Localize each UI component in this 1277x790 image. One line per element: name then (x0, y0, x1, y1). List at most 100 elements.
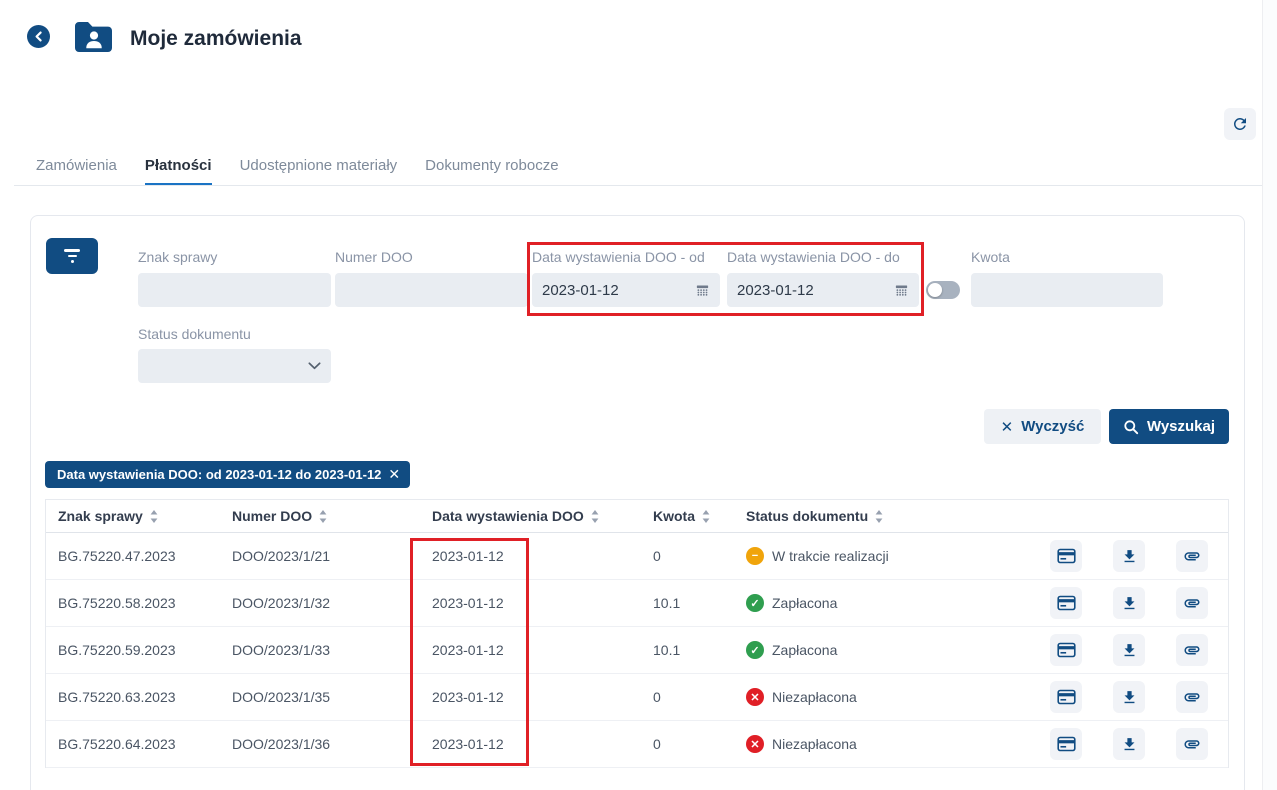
sort-icon[interactable] (591, 509, 599, 523)
status-icon: ✓ (746, 594, 764, 612)
cell-numer-doo: DOO/2023/1/35 (232, 689, 331, 705)
chevron-down-icon (308, 362, 321, 370)
download-button[interactable] (1113, 540, 1145, 572)
status-badge: − W trakcie realizacji (746, 547, 1050, 565)
attachment-icon (1184, 552, 1200, 561)
column-data-wystawienia: Data wystawienia DOO (432, 508, 584, 524)
payment-card-button[interactable] (1050, 681, 1082, 713)
calendar-icon[interactable] (695, 283, 710, 298)
column-status: Status dokumentu (746, 508, 869, 524)
tabs: Zamówienia Płatności Udostępnione materiał… (36, 157, 559, 186)
attachment-button[interactable] (1176, 634, 1208, 666)
sort-icon[interactable] (875, 509, 883, 523)
column-numer-doo: Numer DOO (232, 508, 313, 524)
tab[interactable]: Płatności (144, 157, 212, 186)
search-icon (1124, 419, 1139, 434)
payment-card-button[interactable] (1050, 587, 1082, 619)
chevron-left-icon (34, 31, 42, 42)
cell-data-wystawienia: 2023-01-12 (432, 689, 504, 705)
tab[interactable]: Dokumenty robocze (425, 157, 558, 186)
attachment-icon (1184, 599, 1200, 608)
payment-card-button[interactable] (1050, 634, 1082, 666)
cell-data-wystawienia: 2023-01-12 (432, 642, 504, 658)
table-row: BG.75220.64.2023 DOO/2023/1/36 2023-01-1… (46, 721, 1228, 768)
search-button[interactable]: Wyszukaj (1109, 409, 1229, 444)
attachment-icon (1184, 693, 1200, 702)
cell-kwota: 10.1 (653, 595, 681, 611)
row-actions (1050, 634, 1230, 666)
row-actions (1050, 728, 1230, 760)
filter-button[interactable] (46, 238, 98, 274)
column-kwota: Kwota (653, 508, 695, 524)
credit-card-icon (1056, 595, 1076, 611)
sort-icon[interactable] (702, 509, 710, 523)
cell-znak-sprawy: BG.75220.63.2023 (58, 689, 176, 705)
folder-user-icon (71, 19, 116, 60)
attachment-icon (1184, 646, 1200, 655)
cell-numer-doo: DOO/2023/1/36 (232, 736, 331, 752)
znak-sprawy-input[interactable] (138, 273, 331, 307)
payment-card-button[interactable] (1050, 728, 1082, 760)
status-dokumentu-select[interactable] (138, 349, 331, 383)
cell-data-wystawienia: 2023-01-12 (432, 595, 504, 611)
credit-card-icon (1056, 642, 1076, 658)
download-button[interactable] (1113, 587, 1145, 619)
attachment-button[interactable] (1176, 540, 1208, 572)
download-button[interactable] (1113, 728, 1145, 760)
status-icon: ✕ (746, 735, 764, 753)
credit-card-icon (1056, 689, 1076, 705)
cell-numer-doo: DOO/2023/1/21 (232, 548, 331, 564)
data-do-input[interactable]: 2023-01-12 (727, 273, 919, 307)
tab[interactable]: Udostępnione materiały (240, 157, 398, 186)
cell-status: ✕ Niezapłacona (746, 688, 1050, 706)
attachment-button[interactable] (1176, 728, 1208, 760)
column-znak-sprawy: Znak sprawy (58, 508, 143, 524)
tab[interactable]: Zamówienia (36, 157, 117, 186)
credit-card-icon (1056, 736, 1076, 752)
attachment-button[interactable] (1176, 587, 1208, 619)
status-badge: ✕ Niezapłacona (746, 688, 1050, 706)
payment-card-button[interactable] (1050, 540, 1082, 572)
cell-znak-sprawy: BG.75220.64.2023 (58, 736, 176, 752)
data-od-label: Data wystawienia DOO - od (532, 249, 705, 265)
sort-icon[interactable] (319, 509, 327, 523)
range-toggle[interactable] (926, 281, 960, 299)
cell-znak-sprawy: BG.75220.58.2023 (58, 595, 176, 611)
cell-kwota: 0 (653, 548, 661, 564)
status-badge: ✕ Niezapłacona (746, 735, 1050, 753)
cell-kwota: 10.1 (653, 642, 681, 658)
kwota-label: Kwota (971, 249, 1010, 265)
cell-status: ✕ Niezapłacona (746, 735, 1050, 753)
kwota-input[interactable] (971, 273, 1163, 307)
page-title: Moje zamówienia (130, 27, 302, 50)
calendar-icon[interactable] (894, 283, 909, 298)
back-button[interactable] (27, 25, 50, 48)
status-dokumentu-label: Status dokumentu (138, 326, 251, 342)
cell-status: ✓ Zapłacona (746, 641, 1050, 659)
data-od-input[interactable]: 2023-01-12 (532, 273, 720, 307)
numer-doo-label: Numer DOO (335, 249, 413, 265)
attachment-button[interactable] (1176, 681, 1208, 713)
row-actions (1050, 681, 1230, 713)
numer-doo-input[interactable] (335, 273, 528, 307)
refresh-icon (1233, 117, 1246, 130)
chip-close-icon[interactable]: ✕ (388, 466, 400, 483)
download-button[interactable] (1113, 634, 1145, 666)
download-icon (1124, 596, 1134, 609)
download-icon (1124, 643, 1134, 656)
sort-icon[interactable] (150, 509, 158, 523)
cell-kwota: 0 (653, 689, 661, 705)
znak-sprawy-label: Znak sprawy (138, 249, 218, 265)
row-actions (1050, 540, 1230, 572)
cell-kwota: 0 (653, 736, 661, 752)
filter-icon (64, 249, 80, 252)
table-row: BG.75220.59.2023 DOO/2023/1/33 2023-01-1… (46, 627, 1228, 674)
table-header: Znak sprawy Numer DOO Data wystawienia D… (46, 500, 1228, 533)
clear-button[interactable]: ✕ Wyczyść (984, 409, 1101, 444)
cell-status: ✓ Zapłacona (746, 594, 1050, 612)
download-button[interactable] (1113, 681, 1145, 713)
refresh-button[interactable] (1224, 108, 1256, 140)
status-badge: ✓ Zapłacona (746, 594, 1050, 612)
scrollbar[interactable] (1262, 0, 1277, 790)
clear-icon: ✕ (1000, 418, 1014, 436)
